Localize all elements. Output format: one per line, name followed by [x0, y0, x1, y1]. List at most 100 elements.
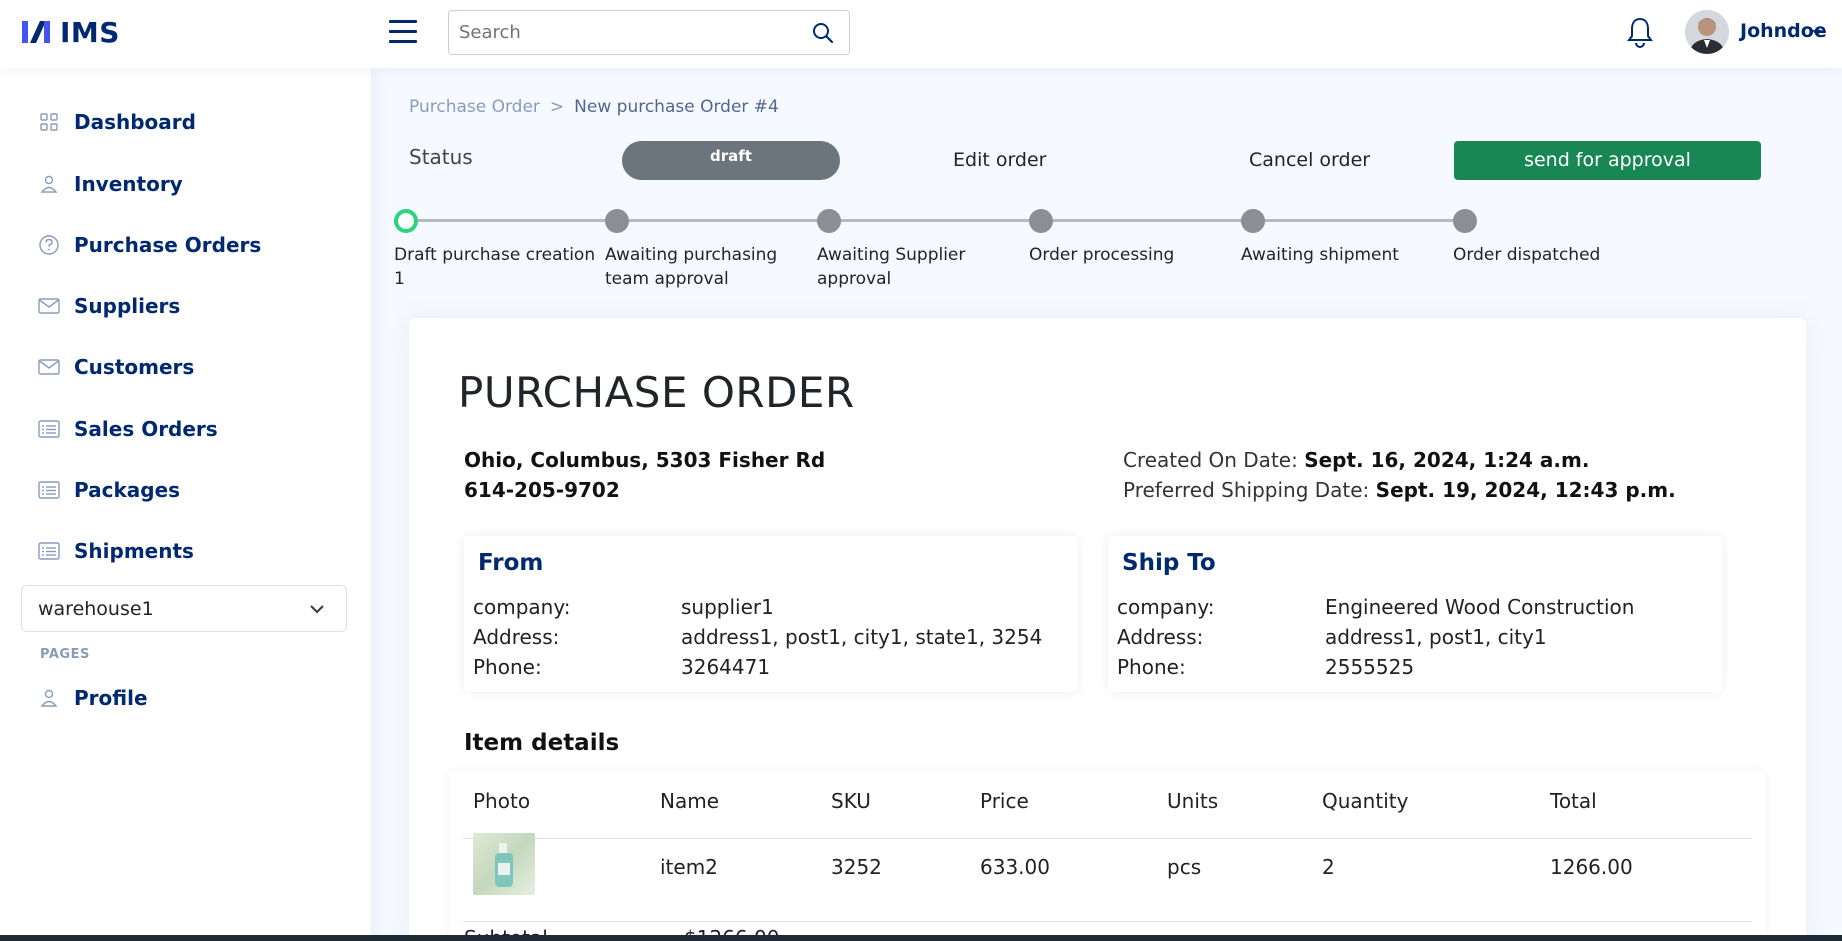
search-bar	[448, 10, 850, 55]
sidebar-item-label: Customers	[74, 355, 195, 379]
search-input[interactable]	[459, 11, 799, 54]
status-badge: draft	[622, 141, 840, 180]
page-title: PURCHASE ORDER	[458, 368, 855, 417]
table-divider	[463, 838, 1752, 839]
shipping-date-label: Preferred Shipping Date:	[1123, 478, 1370, 502]
search-icon[interactable]	[811, 21, 835, 45]
status-label: Status	[409, 145, 473, 169]
item-quantity: 2	[1322, 855, 1335, 879]
item-total: 1266.00	[1550, 855, 1633, 879]
breadcrumb-parent[interactable]: Purchase Order	[409, 97, 540, 117]
ship-to-title: Ship To	[1122, 550, 1216, 576]
shipping-date-value: Sept. 19, 2024, 12:43 p.m.	[1375, 478, 1676, 502]
step-label: Order dispatched	[1453, 245, 1601, 265]
edit-order-button[interactable]: Edit order	[953, 149, 1047, 171]
sidebar-item-label: Inventory	[74, 172, 183, 196]
field-label: company:	[1117, 595, 1215, 619]
breadcrumb: Purchase Order > New purchase Order #4	[409, 97, 779, 117]
sidebar-item-label: Purchase Orders	[74, 233, 262, 257]
step-label: Awaiting Supplier approval	[817, 245, 966, 289]
warehouse-select[interactable]: warehouse1	[21, 585, 347, 632]
ship-to-phone: 2555525	[1325, 655, 1415, 679]
sidebar-item-profile[interactable]: Profile	[22, 676, 342, 720]
pages-heading: PAGES	[40, 647, 90, 662]
avatar[interactable]	[1685, 10, 1729, 54]
cancel-order-button[interactable]: Cancel order	[1249, 149, 1370, 171]
column-header: Units	[1167, 789, 1219, 813]
envelope-icon	[38, 356, 60, 378]
logo[interactable]: IMS	[20, 14, 120, 50]
sidebar-item-inventory[interactable]: Inventory	[22, 162, 342, 206]
sidebar-item-dashboard[interactable]: Dashboard	[22, 100, 342, 144]
sidebar: Dashboard Inventory Purchase Orders Supp…	[0, 68, 371, 941]
top-header: IMS Johndoe	[0, 0, 1842, 68]
column-header: Total	[1550, 789, 1597, 813]
from-phone: 3264471	[681, 655, 771, 679]
ship-to-company: Engineered Wood Construction	[1325, 595, 1635, 619]
item-sku: 3252	[831, 855, 882, 879]
from-company: supplier1	[681, 595, 774, 619]
sidebar-item-sales-orders[interactable]: Sales Orders	[22, 407, 342, 451]
purchase-order-card: PURCHASE ORDER Ohio, Columbus, 5303 Fish…	[409, 318, 1806, 941]
sidebar-item-label: Dashboard	[74, 110, 196, 134]
product-photo	[473, 833, 535, 895]
sidebar-item-suppliers[interactable]: Suppliers	[22, 284, 342, 328]
from-address: address1, post1, city1, state1, 3254	[681, 625, 1043, 649]
list-icon	[38, 540, 60, 562]
ship-to-card: Ship To company: Engineered Wood Construc…	[1108, 536, 1722, 692]
caret-down-icon[interactable]	[1812, 30, 1822, 36]
breadcrumb-separator: >	[549, 97, 565, 117]
step-dot-6	[1453, 209, 1477, 233]
menu-toggle-icon[interactable]	[388, 18, 418, 46]
column-header: Name	[660, 789, 720, 813]
column-header: Price	[980, 789, 1029, 813]
send-for-approval-button[interactable]: send for approval	[1454, 141, 1761, 180]
field-label: company:	[473, 595, 571, 619]
created-date-value: Sept. 16, 2024, 1:24 a.m.	[1304, 448, 1590, 472]
item-details-heading: Item details	[464, 730, 620, 756]
items-table: Photo Name SKU Price Units Quantity Tota…	[449, 771, 1766, 941]
field-label: Address:	[1117, 625, 1204, 649]
sidebar-item-packages[interactable]: Packages	[22, 468, 342, 512]
ship-to-address: address1, post1, city1	[1325, 625, 1547, 649]
item-name: item2	[660, 855, 718, 879]
breadcrumb-current: New purchase Order #4	[574, 97, 779, 117]
created-date: Created On Date: Sept. 16, 2024, 1:24 a.…	[1123, 448, 1589, 472]
step-label: Awaiting purchasing team approval	[605, 245, 778, 289]
person-icon	[38, 687, 60, 709]
company-address: Ohio, Columbus, 5303 Fisher Rd	[464, 448, 826, 472]
sidebar-item-label: Shipments	[74, 539, 194, 563]
sidebar-item-shipments[interactable]: Shipments	[22, 529, 342, 573]
list-icon	[38, 418, 60, 440]
field-label: Phone:	[1117, 655, 1186, 679]
step-dot-2	[605, 209, 629, 233]
sidebar-item-label: Suppliers	[74, 294, 181, 318]
from-title: From	[478, 550, 544, 576]
bell-icon[interactable]	[1625, 16, 1655, 48]
step-label: Draft purchase creation 1	[394, 245, 596, 289]
step-dot-5	[1241, 209, 1265, 233]
sidebar-item-label: Profile	[74, 686, 148, 710]
column-header: Quantity	[1322, 789, 1409, 813]
grid-icon	[38, 111, 60, 133]
column-header: Photo	[473, 789, 531, 813]
sidebar-item-customers[interactable]: Customers	[22, 345, 342, 389]
logo-text: IMS	[60, 15, 120, 49]
logo-icon	[22, 21, 50, 43]
bottom-bar	[0, 935, 1842, 941]
chevron-down-icon	[310, 605, 324, 614]
envelope-icon	[38, 295, 60, 317]
column-header: SKU	[831, 789, 871, 813]
created-date-label: Created On Date:	[1123, 448, 1298, 472]
item-price: 633.00	[980, 855, 1050, 879]
step-dot-1	[394, 209, 418, 233]
sidebar-item-purchase-orders[interactable]: Purchase Orders	[22, 223, 342, 267]
field-label: Address:	[473, 625, 560, 649]
from-card: From company: supplier1 Address: address1,…	[464, 536, 1078, 692]
list-icon	[38, 479, 60, 501]
step-label: Order processing	[1029, 245, 1175, 265]
stepper-track	[406, 219, 1465, 222]
sidebar-item-label: Sales Orders	[74, 417, 218, 441]
shipping-date: Preferred Shipping Date: Sept. 19, 2024,…	[1123, 478, 1676, 502]
step-label: Awaiting shipment	[1241, 245, 1399, 265]
